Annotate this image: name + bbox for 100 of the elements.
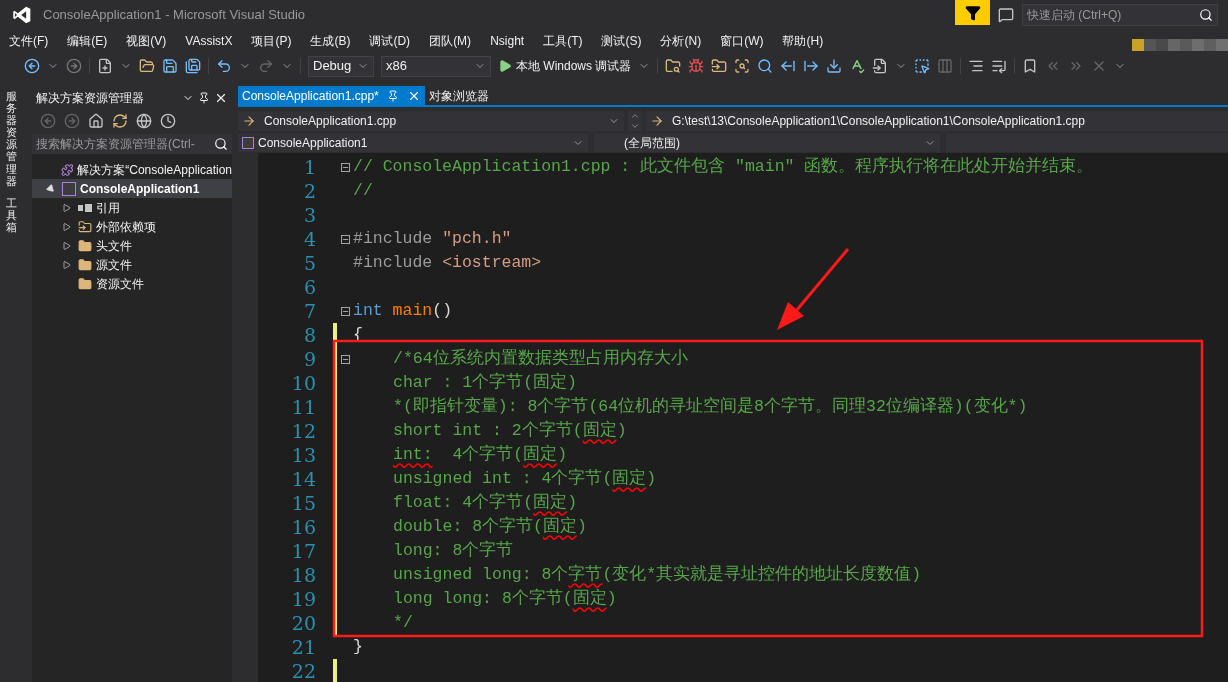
new-file-icon[interactable] (97, 58, 113, 74)
menu-item[interactable]: 分析(N) (660, 32, 702, 50)
side-tab[interactable]: 工具箱 (5, 196, 17, 234)
editor-tab[interactable]: 对象浏览器 (424, 86, 493, 105)
window-title: ConsoleApplication1 - Microsoft Visual Studio (43, 6, 306, 25)
arrow-down-icon[interactable] (826, 58, 843, 74)
tree-item[interactable]: ConsoleApplication1 (32, 179, 232, 198)
notification-button[interactable] (955, 0, 990, 25)
code-line: */ (393, 611, 413, 634)
search-icon[interactable] (734, 58, 751, 74)
split-spinner[interactable] (628, 111, 642, 131)
tree-item[interactable]: 外部依赖项 (32, 217, 232, 236)
tree-item[interactable]: 源文件 (32, 255, 232, 274)
menu-item[interactable]: 窗口(W) (720, 32, 764, 50)
search-icon[interactable] (214, 137, 228, 151)
collapsed-icon[interactable] (63, 260, 71, 269)
line-number: 16 (290, 514, 316, 540)
indent-icon[interactable] (968, 58, 985, 74)
tree-item[interactable]: 头文件 (32, 236, 232, 255)
code-line: char : 1个字节(固定) (393, 371, 578, 394)
menu-item[interactable]: 工具(T) (543, 32, 583, 50)
menu-item[interactable]: 团队(M) (429, 32, 472, 50)
file-dropdown[interactable]: ConsoleApplication1.cpp (238, 111, 624, 131)
line-number: 7 (302, 298, 316, 324)
line-number: 3 (302, 202, 316, 228)
collapsed-icon[interactable] (63, 222, 71, 231)
collapse-icon[interactable] (341, 354, 350, 364)
reference-icon (78, 203, 92, 212)
collapse-icon[interactable] (341, 162, 350, 172)
code-line: long: 8个字节 (393, 539, 514, 562)
platform-dropdown[interactable]: x86 (381, 55, 491, 77)
folder-icon (78, 219, 92, 234)
menu-item[interactable]: VAssistX (185, 32, 233, 50)
project-icon (62, 181, 76, 196)
bug-icon[interactable] (688, 58, 705, 74)
side-tab[interactable]: 服务器资源管理器 (5, 90, 17, 187)
line-number: 22 (290, 658, 316, 682)
home-icon[interactable] (88, 113, 104, 129)
collapse-icon[interactable] (341, 234, 350, 244)
clock-icon[interactable] (160, 113, 176, 129)
line-number: 10 (290, 370, 316, 396)
save-all-icon[interactable] (185, 58, 201, 74)
forward-icon[interactable] (64, 113, 80, 129)
menu-item[interactable]: 视图(V) (126, 32, 167, 50)
collapse-icon[interactable] (341, 306, 350, 316)
save-icon[interactable] (162, 58, 178, 74)
folder-icon (78, 276, 92, 291)
menu-item[interactable]: 帮助(H) (782, 32, 824, 50)
run-button[interactable]: 本地 Windows 调试器 (498, 57, 632, 75)
app-logo-icon (12, 5, 32, 25)
pointer-icon[interactable] (914, 58, 931, 74)
menu-item[interactable]: 测试(S) (601, 32, 642, 50)
collapsed-icon[interactable] (63, 203, 71, 212)
collapsed-icon[interactable] (63, 241, 71, 250)
menu-item[interactable]: 编辑(E) (67, 32, 108, 50)
project-dropdown[interactable]: ConsoleApplication1 (238, 134, 588, 152)
menu-item[interactable]: 项目(P) (251, 32, 292, 50)
globe-icon[interactable] (136, 113, 152, 129)
forward-icon[interactable] (66, 58, 82, 74)
tree-item[interactable]: 引用 (32, 198, 232, 217)
tree-item[interactable]: 资源文件 (32, 274, 232, 293)
code-line: /*64位系统内置数据类型占用内存大小 (393, 347, 688, 370)
close-icon[interactable] (214, 91, 228, 105)
search-icon[interactable] (1199, 8, 1213, 22)
panel-title: 解决方案资源管理器 (36, 90, 144, 107)
feedback-icon[interactable] (998, 7, 1014, 23)
undo-icon[interactable] (216, 58, 232, 74)
menu-item[interactable]: Nsight (490, 32, 525, 50)
line-number: 1 (302, 154, 316, 180)
code-line: unsigned int : 4个字节(固定) (393, 467, 657, 490)
line-number: 20 (290, 610, 316, 636)
code-line: int main() (353, 299, 453, 322)
pin-icon[interactable] (198, 92, 210, 104)
line-number: 18 (290, 562, 316, 588)
configuration-dropdown[interactable]: Debug (308, 55, 374, 77)
tree-item[interactable]: 解决方案“ConsoleApplication (32, 160, 232, 179)
open-folder-icon[interactable] (139, 58, 155, 74)
file-icon[interactable] (872, 58, 889, 74)
filter-icon (964, 4, 981, 21)
code-line: #include <iostream> (353, 251, 542, 274)
back-icon[interactable] (24, 58, 40, 74)
quick-launch-field[interactable]: 快速启动 (Ctrl+Q) (1022, 4, 1218, 26)
menu-item[interactable]: 生成(B) (310, 32, 351, 50)
path-field: G:\test\13\ConsoleApplication1\ConsoleApplication1\ConsoleApplication1.cpp (646, 111, 1228, 131)
arrow-icon (650, 114, 664, 128)
quick-launch-input[interactable]: 快速启动 (Ctrl+Q) (1023, 5, 1199, 25)
scope-dropdown[interactable]: (全局范围) (594, 134, 940, 152)
search-icon[interactable] (757, 58, 774, 74)
list-icon[interactable] (991, 58, 1008, 74)
sync-icon[interactable] (112, 113, 128, 129)
folder-search-icon[interactable] (665, 58, 682, 74)
menu-item[interactable]: 文件(F) (9, 32, 49, 50)
arrow-icon (242, 114, 256, 128)
folder-icon[interactable] (711, 58, 728, 74)
spell-check-icon[interactable] (849, 58, 866, 74)
expanded-icon[interactable] (45, 182, 57, 195)
menu-item[interactable]: 调试(D) (369, 32, 411, 50)
line-number: 15 (290, 490, 316, 516)
code-line: int: 4个字节(固定) (393, 443, 568, 466)
code-line: #include "pch.h" (353, 227, 512, 250)
